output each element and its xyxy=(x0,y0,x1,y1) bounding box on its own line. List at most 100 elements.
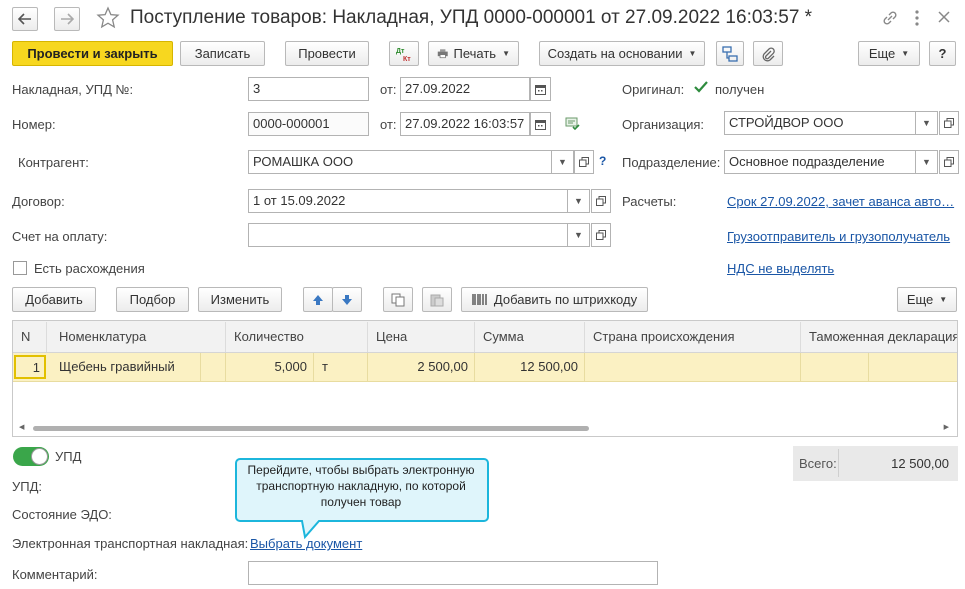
forward-button[interactable] xyxy=(54,7,80,31)
column-header-customs[interactable]: Таможенная декларация xyxy=(803,322,957,352)
document-status-icon[interactable] xyxy=(565,117,581,134)
create-based-on-button[interactable]: Создать на основании ▼ xyxy=(539,41,705,66)
save-button[interactable]: Записать xyxy=(180,41,265,66)
post-and-close-button[interactable]: Провести и закрыть xyxy=(12,41,173,66)
item-cell[interactable]: Щебень гравийный xyxy=(53,353,201,381)
division-dropdown-button[interactable]: ▼ xyxy=(916,150,938,174)
vat-link[interactable]: НДС не выделять xyxy=(727,261,834,276)
table-more-button[interactable]: Еще ▼ xyxy=(897,287,957,312)
chevron-down-icon: ▼ xyxy=(558,157,567,167)
add-by-barcode-button[interactable]: Добавить по штрихкоду xyxy=(461,287,648,312)
structure-button[interactable] xyxy=(716,41,744,66)
checkmark-icon xyxy=(694,81,708,93)
help-button[interactable]: ? xyxy=(929,41,956,66)
invoice-number-field[interactable]: 3 xyxy=(248,77,369,101)
payment-invoice-label: Счет на оплату: xyxy=(12,229,108,244)
price-cell[interactable]: 2 500,00 xyxy=(370,353,475,381)
contract-field[interactable]: 1 от 15.09.2022 xyxy=(248,189,568,213)
contract-dropdown-button[interactable]: ▼ xyxy=(568,189,590,213)
edo-status-label: Состояние ЭДО: xyxy=(12,507,112,522)
printer-icon xyxy=(437,49,448,59)
column-header-price[interactable]: Цена xyxy=(370,322,475,352)
post-button[interactable]: Провести xyxy=(285,41,369,66)
create-based-on-label: Создать на основании xyxy=(547,46,683,61)
close-icon[interactable] xyxy=(938,11,950,26)
invoice-date-field[interactable]: 27.09.2022 xyxy=(400,77,530,101)
counterparty-label: Контрагент: xyxy=(18,155,89,170)
attach-button[interactable] xyxy=(753,41,783,66)
arrow-up-icon xyxy=(313,294,323,305)
column-header-item[interactable]: Номенклатура xyxy=(53,322,226,352)
page-title: Поступление товаров: Накладная, УПД 0000… xyxy=(130,7,813,28)
invoice-date-from-label: от: xyxy=(380,82,397,97)
upd-toggle[interactable] xyxy=(13,447,49,466)
counterparty-dropdown-button[interactable]: ▼ xyxy=(552,150,574,174)
column-header-quantity[interactable]: Количество xyxy=(228,322,368,352)
organization-dropdown-button[interactable]: ▼ xyxy=(916,111,938,135)
scroll-right-icon[interactable]: ▶ xyxy=(944,423,949,431)
chevron-down-icon: ▼ xyxy=(502,49,510,58)
settlements-label: Расчеты: xyxy=(622,194,677,209)
scroll-left-icon[interactable]: ◀ xyxy=(19,423,24,431)
more-menu-icon[interactable] xyxy=(914,9,920,30)
sum-cell[interactable]: 12 500,00 xyxy=(477,353,585,381)
customs-cell[interactable] xyxy=(803,353,869,381)
select-button[interactable]: Подбор xyxy=(116,287,189,312)
back-button[interactable] xyxy=(12,7,38,31)
number-field[interactable]: 0000-000001 xyxy=(248,112,369,136)
favorite-star-icon[interactable] xyxy=(96,6,120,33)
number-date-field[interactable]: 27.09.2022 16:03:57 xyxy=(400,112,530,136)
number-label: Номер: xyxy=(12,117,56,132)
link-icon[interactable] xyxy=(881,9,899,30)
organization-open-button[interactable] xyxy=(939,111,959,135)
etn-label: Электронная транспортная накладная: xyxy=(12,536,249,551)
change-button[interactable]: Изменить xyxy=(198,287,282,312)
scrollbar-thumb[interactable] xyxy=(33,426,589,431)
country-cell[interactable] xyxy=(587,353,801,381)
unit-cell[interactable]: т xyxy=(316,353,368,381)
open-icon xyxy=(944,118,954,128)
move-down-button[interactable] xyxy=(332,287,362,312)
total-label: Всего: xyxy=(799,456,837,471)
more-button[interactable]: Еще ▼ xyxy=(858,41,920,66)
add-row-button[interactable]: Добавить xyxy=(12,287,96,312)
payment-invoice-field[interactable] xyxy=(248,223,568,247)
division-open-button[interactable] xyxy=(939,150,959,174)
item-extra-cell[interactable] xyxy=(201,353,226,381)
paste-rows-button[interactable] xyxy=(422,287,452,312)
counterparty-help-icon[interactable]: ? xyxy=(599,154,606,168)
copy-rows-button[interactable] xyxy=(383,287,413,312)
table-more-label: Еще xyxy=(906,292,934,307)
paperclip-icon xyxy=(762,46,775,61)
organization-field[interactable]: СТРОЙДВОР ООО xyxy=(724,111,916,135)
calendar-button[interactable] xyxy=(530,77,551,101)
comment-field[interactable] xyxy=(248,561,658,585)
contract-open-button[interactable] xyxy=(591,189,611,213)
upd-toggle-label: УПД xyxy=(55,449,82,464)
discrepancy-checkbox[interactable] xyxy=(13,261,27,275)
column-header-sum[interactable]: Сумма xyxy=(477,322,585,352)
shipper-consignee-link[interactable]: Грузоотправитель и грузополучатель xyxy=(727,229,950,244)
calendar-button[interactable] xyxy=(530,112,551,136)
row-number-cell[interactable]: 1 xyxy=(14,355,46,379)
print-label: Печать xyxy=(453,46,497,61)
original-received-checkbox[interactable] xyxy=(693,80,709,97)
column-header-n[interactable]: N xyxy=(13,322,47,352)
paste-icon xyxy=(430,294,444,306)
counterparty-open-button[interactable] xyxy=(574,150,594,174)
print-button[interactable]: Печать ▼ xyxy=(428,41,519,66)
arrow-left-icon xyxy=(18,13,31,25)
payment-invoice-open-button[interactable] xyxy=(591,223,611,247)
column-header-country[interactable]: Страна происхождения xyxy=(587,322,801,352)
dtkt-button[interactable]: Дт Кт xyxy=(389,41,419,66)
move-up-button[interactable] xyxy=(303,287,333,312)
discrepancy-label: Есть расхождения xyxy=(34,261,145,276)
open-icon xyxy=(596,196,606,206)
settlements-link[interactable]: Срок 27.09.2022, зачет аванса авто… xyxy=(727,194,954,209)
horizontal-scrollbar[interactable]: ◀ ▶ xyxy=(19,423,949,433)
division-field[interactable]: Основное подразделение xyxy=(724,150,916,174)
quantity-cell[interactable]: 5,000 xyxy=(228,353,314,381)
svg-text:Дт: Дт xyxy=(396,48,405,55)
payment-invoice-dropdown-button[interactable]: ▼ xyxy=(568,223,590,247)
counterparty-field[interactable]: РОМАШКА ООО xyxy=(248,150,552,174)
